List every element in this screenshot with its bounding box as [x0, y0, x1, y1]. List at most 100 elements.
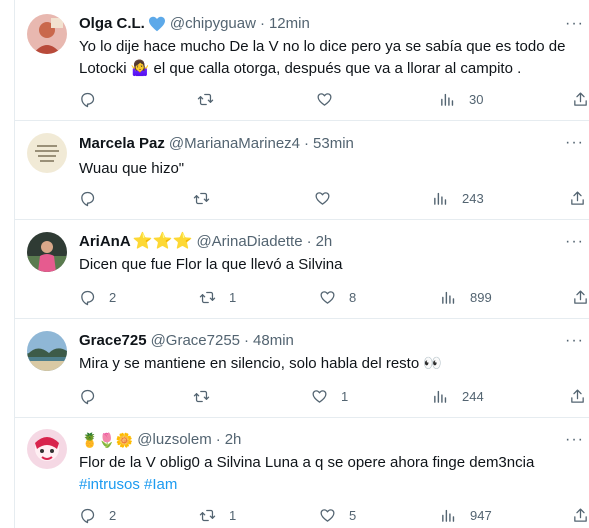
reply-count: 2	[109, 507, 117, 523]
retweet-button[interactable]	[193, 188, 223, 208]
timestamp[interactable]: 2h	[225, 430, 242, 450]
heart-icon	[316, 91, 333, 108]
reply-button[interactable]: 2	[79, 505, 116, 525]
share-button[interactable]	[572, 505, 589, 525]
dot-separator: ·	[304, 135, 310, 152]
avatar[interactable]	[27, 14, 67, 54]
author-handle[interactable]: @luzsolem	[137, 430, 211, 450]
tweet-text: Wuau que hizo"	[79, 160, 185, 177]
timestamp[interactable]: 2h	[316, 232, 333, 252]
tweet[interactable]: Grace725 @Grace7255 · 48min ··· Mira y s…	[15, 319, 589, 418]
retweet-icon	[193, 388, 210, 405]
tweet-actions: 2 1 8 899	[79, 287, 589, 307]
retweet-button[interactable]: 1	[199, 287, 236, 307]
share-button[interactable]	[569, 386, 586, 406]
views-button[interactable]: 243	[432, 188, 484, 208]
retweet-icon	[193, 190, 210, 207]
retweet-button[interactable]	[193, 386, 223, 406]
retweet-button[interactable]	[197, 89, 227, 109]
retweet-icon	[197, 91, 214, 108]
timestamp[interactable]: 12min	[269, 14, 310, 34]
like-button[interactable]: 5	[319, 505, 356, 525]
retweet-icon	[199, 289, 216, 306]
more-options-icon[interactable]: ···	[565, 135, 584, 151]
tweet-text: Mira y se mantiene en silencio, solo hab…	[79, 355, 443, 372]
more-options-icon[interactable]: ···	[565, 16, 584, 32]
heart-icon	[311, 388, 328, 405]
share-button[interactable]	[569, 188, 586, 208]
author-name[interactable]: AriAnA	[79, 232, 131, 252]
timestamp[interactable]: 48min	[253, 331, 294, 351]
dot-separator: ·	[215, 431, 221, 448]
hashtag-links[interactable]: #intrusos #Iam	[79, 476, 177, 493]
views-button[interactable]: 899	[440, 287, 492, 307]
author-handle[interactable]: @chipyguaw	[170, 14, 256, 34]
more-options-icon[interactable]: ···	[565, 432, 584, 448]
views-count: 899	[470, 289, 492, 305]
author-name[interactable]: Marcela Paz	[79, 134, 165, 154]
retweet-button[interactable]: 1	[199, 505, 236, 525]
author-handle[interactable]: @MarianaMarinez4	[169, 134, 300, 154]
avatar[interactable]	[27, 331, 67, 371]
views-button[interactable]: 244	[432, 386, 484, 406]
like-button[interactable]	[316, 89, 346, 109]
views-chart-icon	[432, 190, 449, 207]
like-count: 8	[349, 289, 357, 305]
dot-separator: ·	[244, 332, 250, 349]
author-handle[interactable]: @ArinaDiadette	[196, 232, 302, 252]
like-button[interactable]: 1	[311, 386, 348, 406]
more-options-icon[interactable]: ···	[565, 333, 584, 349]
tweet-text: Yo lo dije hace mucho De la V no lo dice…	[79, 38, 566, 77]
reply-button[interactable]	[79, 89, 109, 109]
author-name[interactable]: Grace725	[79, 331, 147, 351]
views-chart-icon	[440, 507, 457, 524]
share-icon	[569, 388, 586, 405]
avatar[interactable]	[27, 133, 67, 173]
avatar[interactable]	[27, 429, 67, 469]
tweet-feed: Olga C.L. @chipyguaw · 12min ··· Yo lo d…	[14, 0, 589, 528]
views-count: 947	[470, 507, 492, 523]
views-count: 30	[469, 91, 484, 107]
share-button[interactable]	[572, 89, 589, 109]
reply-icon	[79, 289, 96, 306]
more-options-icon[interactable]: ···	[565, 234, 584, 250]
tweet-text: Dicen que fue Flor la que llevó a Silvin…	[79, 256, 343, 273]
reply-icon	[79, 91, 96, 108]
heart-icon	[319, 507, 336, 524]
author-handle[interactable]: @Grace7255	[151, 331, 240, 351]
tweet[interactable]: 🍍🌷🌼 @luzsolem · 2h ··· Flor de la V obli…	[15, 418, 589, 528]
reply-count: 2	[109, 289, 117, 305]
tweet-body: Flor de la V oblig0 a Silvina Luna a q s…	[79, 454, 535, 471]
timestamp[interactable]: 53min	[313, 134, 354, 154]
views-count: 244	[462, 388, 484, 404]
views-chart-icon	[439, 91, 456, 108]
share-icon	[572, 91, 589, 108]
views-button[interactable]: 947	[440, 505, 492, 525]
views-count: 243	[462, 190, 484, 206]
share-icon	[569, 190, 586, 207]
views-chart-icon	[440, 289, 457, 306]
heart-icon	[314, 190, 331, 207]
reply-button[interactable]	[79, 188, 109, 208]
author-name[interactable]: Olga C.L.	[79, 14, 145, 34]
verified-heart-icon	[148, 16, 166, 32]
tweet[interactable]: Marcela Paz @MarianaMarinez4 · 53min ···…	[15, 121, 589, 220]
retweet-icon	[199, 507, 216, 524]
views-button[interactable]: 30	[439, 89, 483, 109]
reply-icon	[79, 507, 96, 524]
like-button[interactable]: 8	[319, 287, 356, 307]
stars-emoji: ⭐⭐⭐	[132, 233, 193, 250]
dot-separator: ·	[306, 233, 312, 250]
reply-button[interactable]	[79, 386, 109, 406]
tweet[interactable]: Olga C.L. @chipyguaw · 12min ··· Yo lo d…	[15, 0, 589, 121]
tweet[interactable]: AriAnA ⭐⭐⭐ @ArinaDiadette · 2h ··· Dicen…	[15, 220, 589, 319]
like-count: 1	[341, 388, 349, 404]
share-icon	[572, 507, 589, 524]
author-name[interactable]: 🍍🌷🌼	[81, 430, 133, 450]
like-button[interactable]	[314, 188, 344, 208]
share-button[interactable]	[572, 287, 589, 307]
avatar[interactable]	[27, 232, 67, 272]
share-icon	[572, 289, 589, 306]
reply-button[interactable]: 2	[79, 287, 116, 307]
tweet-actions: 2 1 5 947	[79, 505, 589, 525]
